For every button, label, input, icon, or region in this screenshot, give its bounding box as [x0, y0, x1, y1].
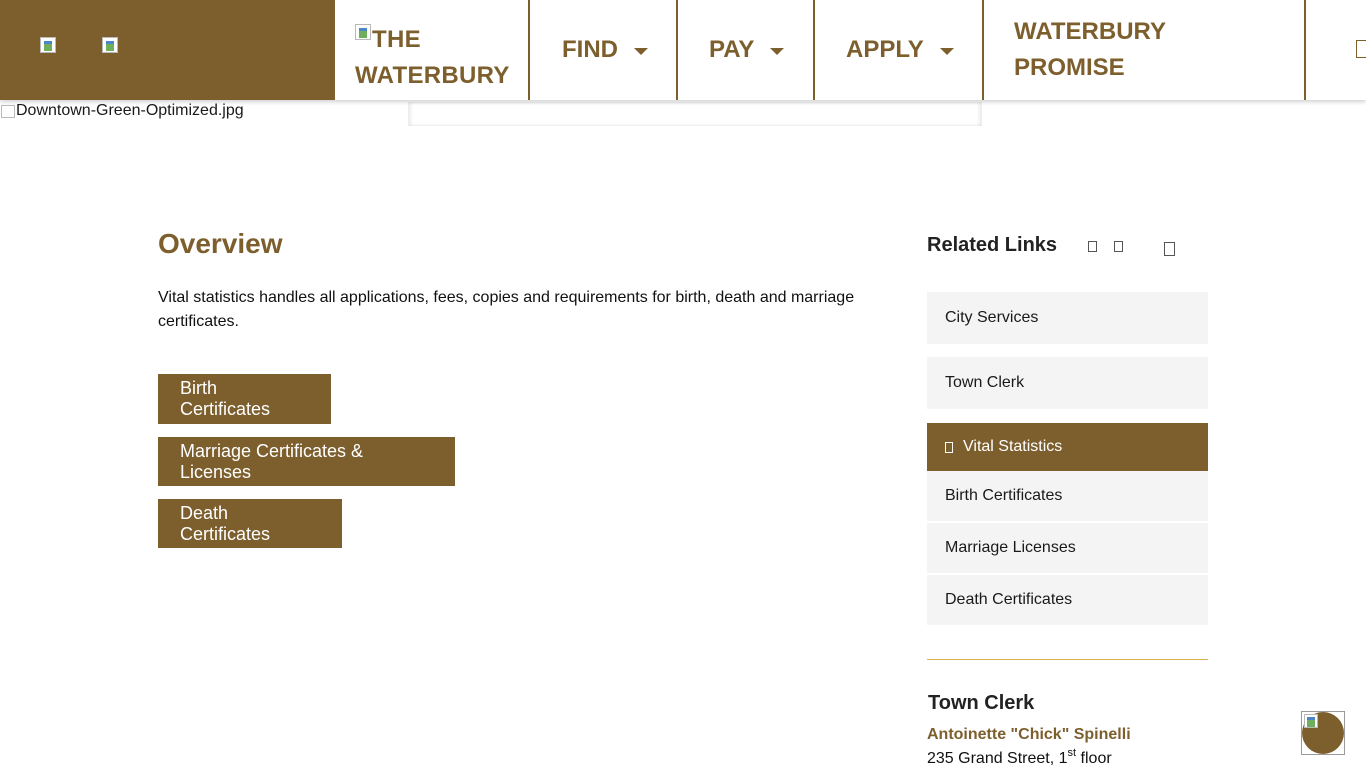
contact-name-link[interactable]: Antoinette "Chick" Spinelli [927, 726, 1131, 744]
sidebar-item-label: Death Certificates [945, 591, 1073, 608]
nav-apply-label: APPLY [846, 36, 924, 63]
social-icon-2[interactable] [102, 37, 118, 53]
nav-pay-label: PAY [709, 36, 755, 63]
site-logo[interactable]: THE WATERBURY [335, 0, 530, 100]
contact-address: 235 Grand Street, 1st floor [927, 747, 1112, 767]
nav-waterbury-promise[interactable]: WATERBURY PROMISE [984, 0, 1306, 100]
site-header: THE WATERBURY FIND PAY APPLY WATERBURY P… [0, 0, 1366, 100]
social-icon-1[interactable] [40, 37, 56, 53]
broken-image-icon [0, 103, 16, 119]
nav-apply[interactable]: APPLY [815, 0, 984, 100]
hero-image-alt: Downtown-Green-Optimized.jpg [16, 102, 244, 119]
sidebar-divider [927, 659, 1208, 660]
marriage-certificates-button[interactable]: Marriage Certificates & Licenses [158, 437, 455, 486]
sidebar-subitem-birth-certificates[interactable]: Birth Certificates [927, 471, 1208, 521]
page-title: Overview [158, 228, 283, 259]
search-toggle-icon[interactable] [1356, 40, 1366, 58]
nav-find-label: FIND [562, 36, 618, 63]
chevron-down-icon [939, 47, 954, 55]
sidebar-item-town-clerk[interactable]: Town Clerk [927, 357, 1208, 409]
sidebar-item-label: Birth Certificates [945, 487, 1063, 504]
sidebar-item-label: City Services [945, 309, 1039, 326]
birth-certificates-button[interactable]: Birth Certificates [158, 374, 331, 424]
hero-image: Downtown-Green-Optimized.jpg [0, 102, 244, 120]
overview-description: Vital statistics handles all application… [158, 289, 855, 330]
hero-overlay-panel [408, 102, 982, 126]
chevron-down-icon [770, 47, 785, 55]
sidebar-item-city-services[interactable]: City Services [927, 292, 1208, 344]
chevron-down-icon [634, 47, 648, 55]
contact-heading: Town Clerk [928, 692, 1035, 714]
sidebar-item-vital-statistics[interactable]: Vital Statistics [927, 423, 1208, 471]
sidebar-item-label: Vital Statistics [963, 438, 1063, 455]
sidebar-subitem-death-certificates[interactable]: Death Certificates [927, 575, 1208, 625]
logo-alt-text: THE WATERBURY [355, 24, 510, 89]
nav-find[interactable]: FIND [530, 0, 678, 100]
accessibility-icon [1304, 714, 1318, 728]
sidebar-item-label: Town Clerk [945, 374, 1025, 391]
square-icon [1088, 241, 1097, 252]
logo-broken-image-icon [355, 24, 371, 40]
sidebar-toggle-icon[interactable] [1164, 242, 1175, 256]
sidebar-item-label: Marriage Licenses [945, 539, 1076, 556]
accessibility-button[interactable] [1302, 712, 1344, 754]
brand-block [0, 0, 335, 100]
death-certificates-button[interactable]: Death Certificates [158, 499, 342, 548]
nav-promise-label: WATERBURY PROMISE [1014, 18, 1166, 81]
square-icon [945, 441, 953, 453]
related-links-title: Related Links [927, 234, 1058, 256]
sidebar-subitem-marriage-licenses[interactable]: Marriage Licenses [927, 523, 1208, 573]
square-icon [1114, 241, 1123, 252]
nav-pay[interactable]: PAY [678, 0, 815, 100]
